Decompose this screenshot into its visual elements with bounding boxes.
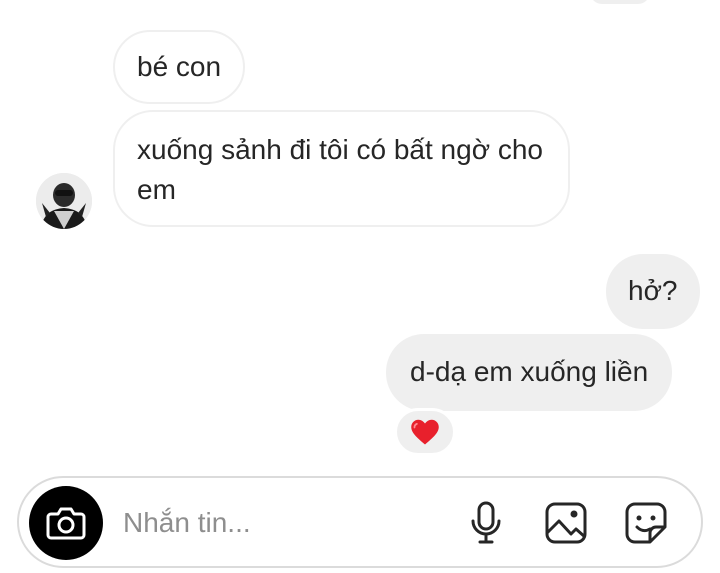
message-text: hở? xyxy=(628,275,678,306)
message-text: d-dạ em xuống liền xyxy=(410,356,649,387)
heart-icon xyxy=(411,419,439,445)
camera-button[interactable] xyxy=(29,486,103,560)
message-text: bé con xyxy=(137,51,222,82)
gallery-icon xyxy=(545,502,587,544)
gallery-button[interactable] xyxy=(543,500,589,546)
incoming-message-2[interactable]: xuống sảnh đi tôi có bất ngờ cho em xyxy=(113,110,570,227)
sender-avatar[interactable] xyxy=(36,173,92,229)
heart-reaction[interactable] xyxy=(394,408,456,456)
sticker-button[interactable] xyxy=(623,500,669,546)
voice-message-button[interactable] xyxy=(463,500,509,546)
outgoing-message-2[interactable]: d-dạ em xuống liền xyxy=(386,334,673,411)
message-input[interactable] xyxy=(123,503,443,543)
outgoing-message-1[interactable]: hở? xyxy=(606,254,700,329)
microphone-icon xyxy=(471,501,501,544)
previous-message-bubble xyxy=(590,0,650,4)
message-text: xuống sảnh đi tôi có bất ngờ cho em xyxy=(137,134,543,205)
avatar-image xyxy=(36,173,92,229)
message-composer xyxy=(17,476,703,568)
incoming-message-1[interactable]: bé con xyxy=(113,30,246,104)
sticker-icon xyxy=(625,502,667,544)
camera-icon xyxy=(46,507,86,540)
